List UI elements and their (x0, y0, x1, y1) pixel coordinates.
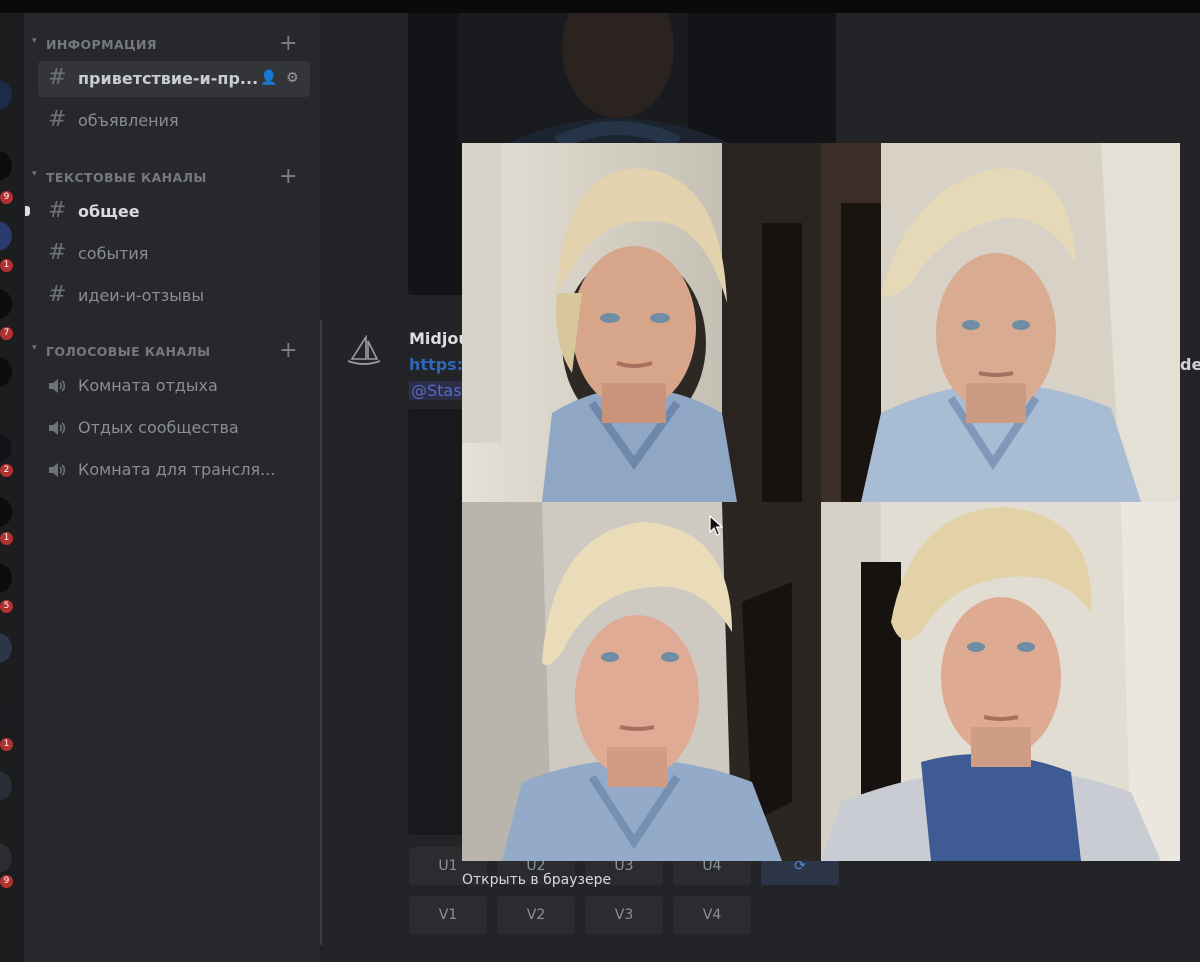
unread-badge: 1 (0, 530, 15, 547)
portrait-photo (462, 143, 821, 502)
generated-image-2[interactable] (821, 143, 1180, 502)
portrait-photo (821, 502, 1180, 861)
chevron-down-icon: ▾ (32, 343, 37, 353)
speaker-icon (49, 463, 66, 477)
channel-name: события (78, 244, 149, 263)
open-in-browser-link[interactable]: Открыть в браузере (462, 872, 611, 888)
add-channel-icon[interactable]: + (279, 164, 298, 189)
voice-channel-lounge[interactable]: Комната отдыха (38, 368, 310, 404)
chevron-down-icon: ▾ (32, 36, 37, 46)
unread-indicator (25, 206, 30, 216)
server-icon[interactable] (0, 289, 12, 319)
server-icon[interactable] (0, 703, 12, 733)
category-label: ТЕКСТОВЫЕ КАНАЛЫ (46, 170, 207, 185)
voice-channel-community[interactable]: Отдых сообщества (38, 410, 310, 446)
category-voice-channels[interactable]: ▾ ГОЛОСОВЫЕ КАНАЛЫ + (32, 338, 312, 363)
variation-button-1[interactable]: V1 (409, 896, 487, 934)
mouse-cursor-icon (709, 515, 723, 536)
speaker-icon (49, 421, 66, 435)
category-text-channels[interactable]: ▾ ТЕКСТОВЫЕ КАНАЛЫ + (32, 164, 312, 189)
image-viewer[interactable] (462, 143, 1180, 861)
server-icon[interactable] (0, 80, 12, 110)
channel-name: общее (78, 202, 140, 221)
unread-badge: 2 (0, 462, 15, 479)
message-link[interactable]: https: (409, 355, 463, 374)
server-icon[interactable] (0, 633, 12, 663)
message-author[interactable]: Midjou (409, 329, 470, 348)
invite-icon[interactable]: 👤 (260, 70, 277, 86)
channel-events[interactable]: # события (38, 236, 310, 272)
server-icon[interactable] (0, 771, 12, 801)
server-icon[interactable] (0, 497, 12, 527)
voice-channel-stream[interactable]: Комната для трансля... (38, 452, 310, 488)
unread-badge: 1 (0, 736, 15, 753)
channel-name: приветствие-и-пр... (78, 69, 259, 88)
server-rail: 9 1 7 2 1 5 1 9 (0, 13, 24, 962)
hash-icon: # (48, 107, 67, 132)
server-icon[interactable] (0, 563, 12, 593)
unread-badge: 9 (0, 189, 15, 206)
speaker-icon (49, 379, 66, 393)
server-icon[interactable] (0, 433, 12, 463)
window-top-bar (0, 0, 1200, 13)
hash-icon: # (48, 240, 67, 265)
generated-image-4[interactable] (821, 502, 1180, 861)
chevron-down-icon: ▾ (32, 169, 37, 179)
channel-sidebar: ▾ ИНФОРМАЦИЯ + # приветствие-и-пр... 👤 ⚙… (24, 13, 320, 962)
channel-feedback[interactable]: # идеи-и-отзывы (38, 278, 310, 314)
portrait-photo (462, 502, 821, 861)
gear-icon[interactable]: ⚙ (286, 70, 299, 86)
server-icon[interactable] (0, 843, 12, 873)
channel-name: Комната отдыха (78, 376, 218, 395)
category-label: ИНФОРМАЦИЯ (46, 37, 157, 52)
add-channel-icon[interactable]: + (279, 31, 298, 56)
midjourney-boat-icon[interactable] (346, 335, 382, 367)
variation-button-3[interactable]: V3 (585, 896, 663, 934)
channel-name: объявления (78, 111, 179, 130)
channel-general[interactable]: # общее (25, 194, 310, 230)
server-icon[interactable] (0, 357, 12, 387)
hash-icon: # (48, 198, 67, 223)
unread-badge: 1 (0, 257, 15, 274)
variation-button-2[interactable]: V2 (497, 896, 575, 934)
unread-badge: 7 (0, 325, 15, 342)
channel-announcements[interactable]: # объявления (38, 103, 310, 139)
hash-icon: # (48, 65, 67, 90)
hash-icon: # (48, 282, 67, 307)
channel-welcome[interactable]: # приветствие-и-пр... 👤 ⚙ (38, 61, 310, 97)
category-info[interactable]: ▾ ИНФОРМАЦИЯ + (32, 31, 312, 56)
server-icon[interactable] (0, 221, 12, 251)
channel-name: Отдых сообщества (78, 418, 239, 437)
generated-image-3[interactable] (462, 502, 821, 861)
generated-image-1[interactable] (462, 143, 821, 502)
unread-badge: 5 (0, 598, 15, 615)
user-mention[interactable]: @Stas (409, 381, 464, 400)
add-channel-icon[interactable]: + (279, 338, 298, 363)
category-label: ГОЛОСОВЫЕ КАНАЛЫ (46, 344, 211, 359)
unread-badge: 9 (0, 873, 15, 890)
channel-name: Комната для трансля... (78, 460, 276, 479)
truncated-text: de (1180, 355, 1200, 374)
server-icon[interactable] (0, 151, 12, 181)
portrait-photo (821, 143, 1180, 502)
channel-name: идеи-и-отзывы (78, 286, 204, 305)
variation-button-4[interactable]: V4 (673, 896, 751, 934)
